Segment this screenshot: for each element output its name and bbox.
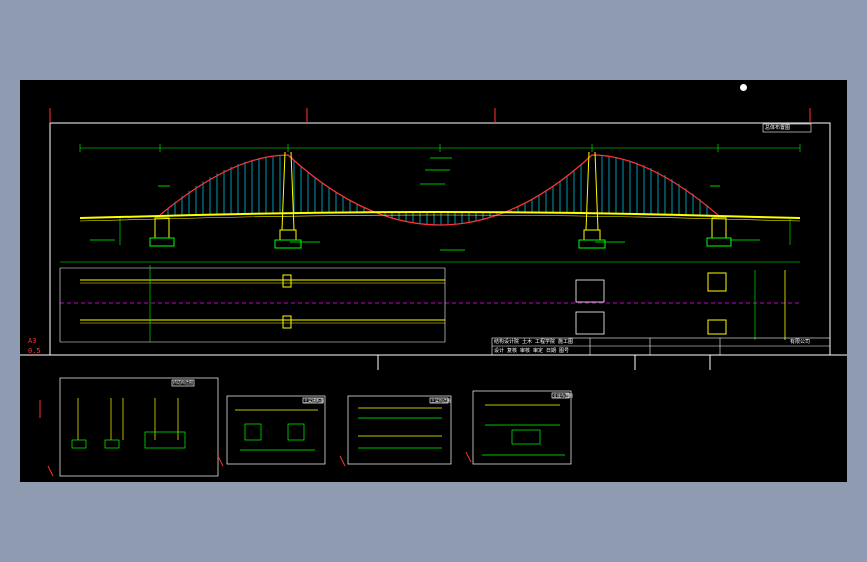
elevation-annotations — [90, 157, 760, 251]
tower-right — [578, 151, 606, 249]
sheet-top-ticks — [49, 108, 811, 123]
anchorage-left — [149, 217, 175, 247]
titleblock-row1: 结构设计院 土木 工程学院 施工图 — [494, 339, 574, 345]
detail-4-title: 支座布置图 — [553, 393, 573, 398]
main-title-text: 总体布置图 — [765, 125, 791, 131]
detail-sheet-3 — [347, 395, 452, 465]
cad-model-space[interactable]: A3 0.5 总体布置图 结构设计院 土木 工程学院 施工图 设计 复核 审核 … — [20, 80, 847, 482]
detail-sheet-4 — [472, 390, 572, 465]
detail-sheet-2 — [226, 395, 326, 465]
titleblock-row2: 设计 复核 审核 审定 日期 图号 — [494, 348, 570, 354]
drawing-svg — [20, 108, 847, 477]
plan-view — [59, 261, 800, 343]
cursor-dot — [740, 84, 747, 91]
anchorage-right — [706, 217, 732, 247]
detail-1-title: 桥塔构造图 — [173, 380, 193, 385]
titleblock-company: 有限公司 — [790, 339, 811, 345]
sheet-corner-marks — [39, 400, 472, 477]
bottom-ticks — [377, 355, 711, 370]
sheet-size-label: A3 — [28, 337, 37, 345]
detail-2-title: 主梁横断面 — [304, 398, 324, 403]
detail-sheet-1 — [59, 377, 219, 477]
top-dimension-line — [79, 144, 801, 152]
detail-3-title: 主梁构造图 — [431, 398, 451, 403]
scale-label: 0.5 — [28, 347, 41, 355]
tower-left — [274, 151, 302, 249]
